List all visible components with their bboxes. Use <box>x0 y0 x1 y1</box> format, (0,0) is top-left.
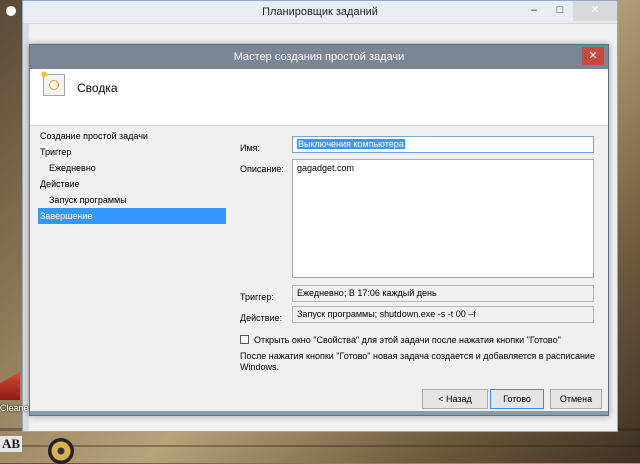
trigger-label: Триггер: <box>240 292 274 302</box>
description-field[interactable]: gagadget.com <box>292 159 594 278</box>
wizard-header: ✸ Сводка <box>30 69 608 126</box>
nav-step-action[interactable]: Действие <box>38 176 226 192</box>
task-clock-icon: ✸ <box>40 70 65 96</box>
task-scheduler-icon <box>5 5 17 17</box>
back-button[interactable]: < Назад <box>422 389 488 409</box>
open-properties-label[interactable]: Открыть окно "Свойства" для этой задачи … <box>254 335 561 345</box>
ccleaner-icon[interactable] <box>0 372 20 400</box>
nav-step-create-task[interactable]: Создание простой задачи <box>38 128 226 144</box>
dialog-bottom-border <box>30 411 608 415</box>
description-label: Описание: <box>240 164 284 174</box>
ccleaner-label[interactable]: Cleane <box>0 403 29 413</box>
action-value: Запуск программы; shutdown.exe -s -t 00 … <box>297 309 476 319</box>
minimize-button[interactable]: – <box>521 1 547 21</box>
dialog-title: Мастер создания простой задачи <box>233 51 405 63</box>
cd-app-icon[interactable] <box>48 438 74 464</box>
desktop-decor <box>0 445 640 447</box>
wizard-body: Создание простой задачи Триггер Ежедневн… <box>30 126 608 415</box>
dialog-titlebar[interactable]: Мастер создания простой задачи ✕ <box>30 45 608 69</box>
abc-app-icon[interactable]: AB <box>0 436 23 452</box>
nav-step-start-program[interactable]: Запуск программы <box>38 192 226 208</box>
finish-info-text: После нажатия кнопки "Готово" новая зада… <box>240 351 595 372</box>
action-label: Действие: <box>240 313 283 323</box>
parent-close-button[interactable]: ✕ <box>573 1 617 21</box>
wizard-step-title: Сводка <box>77 81 118 95</box>
description-value: gagadget.com <box>297 163 355 173</box>
name-field[interactable]: Выключения компьютера <box>292 136 594 153</box>
dialog-close-button[interactable]: ✕ <box>582 47 604 65</box>
name-value: Выключения компьютера <box>297 139 405 149</box>
nav-step-trigger[interactable]: Триггер <box>38 144 226 160</box>
wizard-steps-nav: Создание простой задачи Триггер Ежедневн… <box>38 128 226 224</box>
action-field: Запуск программы; shutdown.exe -s -t 00 … <box>292 306 594 323</box>
maximize-button[interactable]: □ <box>547 1 573 21</box>
trigger-value: Ежедневно; В 17:06 каждый день <box>297 288 437 298</box>
finish-button[interactable]: Готово <box>490 389 544 409</box>
name-label: Имя: <box>240 143 261 153</box>
star-icon: ✸ <box>40 70 49 81</box>
nav-step-finish[interactable]: Завершение <box>38 208 226 224</box>
trigger-field: Ежедневно; В 17:06 каждый день <box>292 285 594 302</box>
nav-step-daily[interactable]: Ежедневно <box>38 160 226 176</box>
open-properties-checkbox[interactable] <box>240 335 249 344</box>
cancel-button[interactable]: Отмена <box>550 389 602 409</box>
create-basic-task-wizard: Мастер создания простой задачи ✕ ✸ Сводк… <box>29 44 609 416</box>
parent-titlebar[interactable]: Планировщик заданий – □ ✕ <box>5 1 617 24</box>
